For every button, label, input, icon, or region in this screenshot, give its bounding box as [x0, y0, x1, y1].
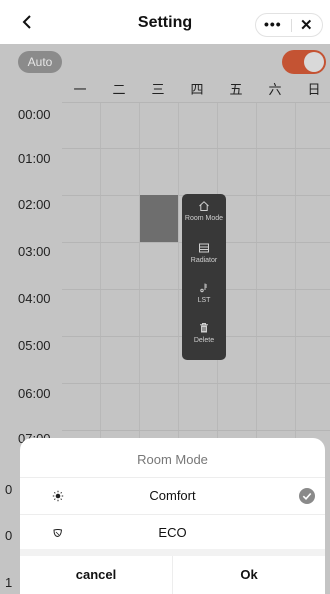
sheet-title: Room Mode	[137, 452, 208, 467]
toggle-knob	[304, 52, 324, 72]
mode-toggle[interactable]	[282, 50, 326, 74]
day-header: 三	[151, 82, 165, 97]
time-label: 05:00	[18, 338, 51, 353]
capsule-menu: ••• ✕	[255, 13, 323, 37]
day-header: 五	[229, 82, 243, 97]
day-header: 四	[190, 82, 204, 97]
day-header: 日	[307, 82, 321, 97]
lst-icon	[200, 283, 207, 293]
trash-icon	[200, 323, 208, 333]
option-label: ECO	[158, 525, 187, 540]
check-icon	[299, 488, 315, 504]
auto-button[interactable]: Auto	[18, 51, 62, 73]
delete-menu-item[interactable]: Delete	[182, 322, 226, 345]
time-label: 03:00	[18, 244, 51, 259]
radiator-icon	[199, 243, 209, 253]
time-label: 06:00	[18, 386, 51, 401]
time-label: 04:00	[18, 291, 51, 306]
radiator-menu-item[interactable]: Radiator	[182, 242, 226, 265]
home-icon	[199, 201, 209, 211]
ok-button[interactable]: Ok	[173, 556, 325, 594]
grid-line	[62, 383, 330, 384]
schedule-slot-selected[interactable]	[140, 195, 178, 242]
day-header: 二	[112, 82, 126, 97]
option-label: Comfort	[149, 488, 196, 503]
capsule-divider	[291, 19, 292, 32]
room-mode-menu-item[interactable]: Room Mode	[182, 200, 226, 223]
grid-line	[62, 148, 330, 149]
slot-action-menu: Room Mode Radiator LST Delete	[182, 194, 226, 360]
option-comfort[interactable]: Comfort	[20, 478, 325, 514]
menu-item-label: Radiator	[190, 257, 218, 264]
top-bar: Setting ••• ✕	[0, 0, 330, 44]
sheet-gap	[20, 549, 325, 556]
option-eco[interactable]: ECO	[20, 515, 325, 551]
grid-line	[62, 102, 330, 103]
time-label: 01:00	[18, 151, 51, 166]
more-button[interactable]: •••	[264, 16, 282, 32]
time-label: 1	[5, 575, 13, 590]
menu-item-label: Delete	[193, 337, 215, 344]
time-label: 00:00	[18, 107, 51, 122]
cancel-button[interactable]: cancel	[20, 556, 172, 594]
menu-item-label: Room Mode	[184, 215, 224, 222]
day-header: 一	[73, 82, 87, 97]
close-button[interactable]: ✕	[300, 16, 313, 34]
lst-menu-item[interactable]: LST	[182, 282, 226, 305]
room-mode-sheet: Room Mode Comfort ECO cancel Ok	[20, 438, 325, 594]
grid-line	[62, 430, 330, 431]
day-header: 六	[268, 82, 282, 97]
menu-item-label: LST	[197, 297, 211, 304]
time-label: 0	[5, 528, 13, 543]
time-label: 02:00	[18, 197, 51, 212]
time-label: 0	[5, 482, 13, 497]
